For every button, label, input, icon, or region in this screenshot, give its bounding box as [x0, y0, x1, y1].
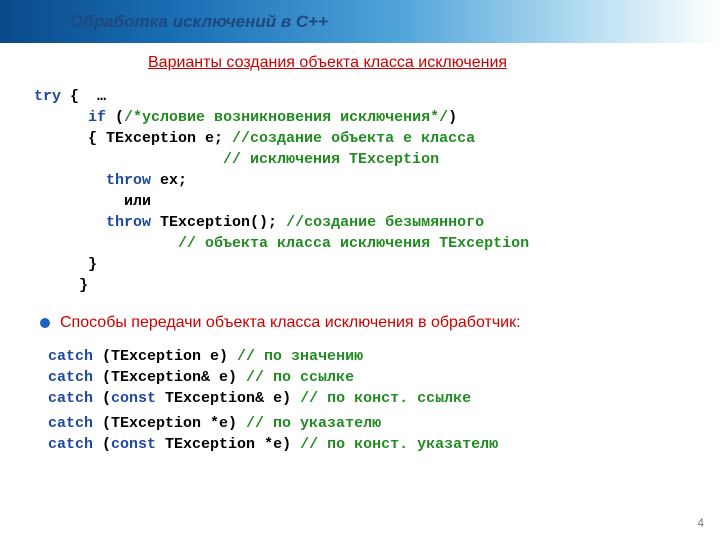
kw-catch: catch — [48, 390, 93, 407]
code-line: throw TException(); //создание безымянно… — [34, 212, 690, 233]
code-line: if (/*условие возникновения исключения*/… — [34, 107, 690, 128]
code-comment: /*условие возникновения исключения*/ — [124, 109, 448, 126]
page-number: 4 — [697, 516, 704, 530]
code-text: ( — [93, 436, 111, 453]
code-comment: // по конст. указателю — [300, 436, 498, 453]
bullet-icon — [40, 318, 50, 328]
slide-title: Обработка исключений в С++ — [70, 12, 328, 32]
code-line: } — [34, 275, 690, 296]
kw-if: if — [88, 109, 106, 126]
code-text: } — [34, 277, 88, 294]
bullet-text: Способы передачи объекта класса исключен… — [60, 314, 521, 332]
kw-try: try — [34, 88, 61, 105]
code-line: } — [34, 254, 690, 275]
code-comment: // по ссылке — [246, 369, 354, 386]
code-text: } — [34, 256, 97, 273]
code-pad — [34, 235, 178, 252]
code-line: catch (TException e) // по значению — [48, 346, 690, 367]
code-comment: // по указателю — [246, 415, 381, 432]
code-pad — [34, 214, 106, 231]
code-text: ) — [448, 109, 457, 126]
section-subhead: Варианты создания объекта класса исключе… — [148, 54, 507, 72]
code-text: (TException& e) — [93, 369, 246, 386]
code-text: ( — [106, 109, 124, 126]
code-text: TException *e) — [156, 436, 300, 453]
kw-catch: catch — [48, 436, 93, 453]
code-line: или — [34, 191, 690, 212]
code-pad — [34, 151, 223, 168]
code-text: (TException *e) — [93, 415, 246, 432]
code-line: try { … — [34, 86, 690, 107]
code-comment: //создание объекта e класса — [232, 130, 475, 147]
code-text: ex; — [151, 172, 187, 189]
code-text: или — [34, 193, 151, 210]
code-block-try: try { … if (/*условие возникновения искл… — [34, 86, 690, 296]
bullet-row: Способы передачи объекта класса исключен… — [40, 314, 690, 332]
code-line: catch (const TException *e) // по конст.… — [48, 434, 690, 455]
kw-const: const — [111, 436, 156, 453]
kw-catch: catch — [48, 415, 93, 432]
code-line: // исключения TException — [34, 149, 690, 170]
code-text: TException& e) — [156, 390, 300, 407]
kw-catch: catch — [48, 369, 93, 386]
code-block-catch: catch (TException e) // по значению catc… — [48, 346, 690, 455]
code-pad — [34, 172, 106, 189]
code-text: { TException e; — [34, 130, 232, 147]
kw-throw: throw — [106, 214, 151, 231]
code-text: { … — [61, 88, 106, 105]
code-comment: //создание безымянного — [286, 214, 484, 231]
code-line: catch (TException *e) // по указателю — [48, 413, 690, 434]
code-comment: // исключения TException — [223, 151, 439, 168]
code-text: TException(); — [151, 214, 286, 231]
code-comment: // объекта класса исключения TException — [178, 235, 529, 252]
kw-const: const — [111, 390, 156, 407]
code-line: // объекта класса исключения TException — [34, 233, 690, 254]
code-line: catch (const TException& e) // по конст.… — [48, 388, 690, 409]
kw-catch: catch — [48, 348, 93, 365]
code-comment: // по значению — [237, 348, 363, 365]
code-line: { TException e; //создание объекта e кла… — [34, 128, 690, 149]
code-comment: // по конст. ссылке — [300, 390, 471, 407]
code-pad — [34, 109, 88, 126]
code-text: ( — [93, 390, 111, 407]
code-line: catch (TException& e) // по ссылке — [48, 367, 690, 388]
code-text: (TException e) — [93, 348, 237, 365]
code-line: throw ex; — [34, 170, 690, 191]
kw-throw: throw — [106, 172, 151, 189]
